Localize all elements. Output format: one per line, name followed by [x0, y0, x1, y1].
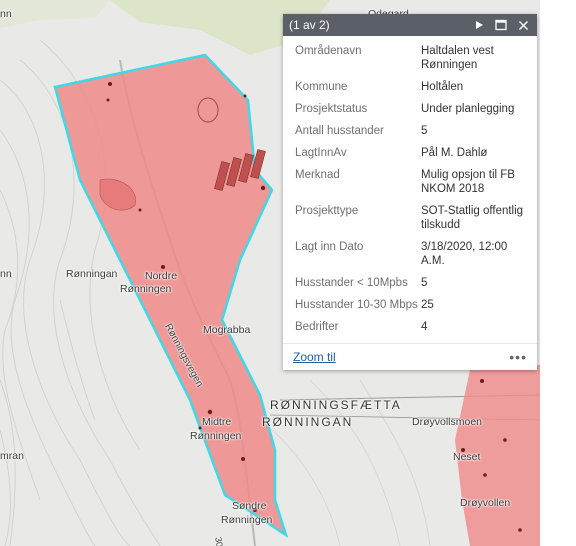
map-label: Rønningen — [190, 430, 242, 442]
attribute-value: 4 — [421, 321, 428, 333]
feature-popup: (1 av 2) Områdenavn Haltdalen vest Rønnin… — [283, 14, 537, 370]
attribute-value: 5 — [421, 277, 428, 289]
map-label: Neset — [453, 451, 481, 463]
map-label: Rønningan — [66, 268, 118, 280]
vegetation-area — [0, 0, 110, 28]
attribute-row: LagtInnAv Pål M. Dahlø — [283, 146, 537, 160]
attribute-value: Haltdalen vest Rønningen — [421, 45, 494, 71]
road-number-label: 30 — [213, 536, 225, 546]
map-label: Rønningen — [221, 514, 273, 526]
attribute-row: Kommune Holtålen — [283, 80, 537, 94]
attribute-value: Mulig opsjon til FB NKOM 2018 — [421, 169, 515, 195]
map-label: Midtre — [202, 416, 232, 428]
attribute-value: SOT-Statlig offentlig tilskudd — [421, 205, 524, 231]
map-label: Søndre — [232, 500, 267, 512]
map-label: RØNNINGSFÆTTA — [270, 398, 402, 412]
attribute-key: LagtInnAv — [295, 147, 347, 159]
attribute-key: Merknad — [295, 169, 340, 181]
attribute-row: Antall husstander 5 — [283, 124, 537, 138]
attribute-row: Bedrifter 4 — [283, 320, 537, 334]
zoom-to-link[interactable]: Zoom til — [293, 350, 336, 364]
attribute-row: Merknad Mulig opsjon til FB NKOM 2018 — [283, 168, 537, 196]
attribute-key: Prosjektstatus — [295, 103, 368, 115]
attribute-key: Antall husstander — [295, 125, 384, 137]
popup-footer: Zoom til ••• — [283, 343, 537, 370]
attribute-row: Prosjekttype SOT-Statlig offentlig tilsku… — [283, 204, 537, 232]
more-options-icon[interactable]: ••• — [509, 349, 527, 365]
attribute-value: 3/18/2020, 12:00 A.M. — [421, 241, 508, 267]
attribute-key: Kommune — [295, 81, 348, 93]
map-label: mran — [0, 450, 24, 462]
attribute-key: Husstander 10-30 Mbps — [295, 299, 418, 311]
map-label: Drøyvollsmoen — [412, 416, 483, 428]
attribute-row: Husstander < 10Mpbs 5 — [283, 276, 537, 290]
map-label: Mograbba — [203, 324, 251, 336]
popup-count: (1 av 2) — [289, 18, 330, 32]
maximize-icon[interactable] — [493, 17, 509, 33]
map-label: nn — [0, 268, 12, 280]
map-label: Drøyvollen — [460, 497, 511, 509]
attribute-value: Under planlegging — [421, 103, 515, 115]
attribute-key: Husstander < 10Mpbs — [295, 277, 408, 289]
attribute-row: Prosjektstatus Under planlegging — [283, 102, 537, 116]
map-label: Nordre — [145, 270, 178, 282]
popup-attribute-table[interactable]: Områdenavn Haltdalen vest Rønningen Kommu… — [283, 44, 537, 344]
play-icon[interactable] — [471, 17, 487, 33]
attribute-row: Lagt inn Dato 3/18/2020, 12:00 A.M. — [283, 240, 537, 268]
attribute-row: Områdenavn Haltdalen vest Rønningen — [283, 44, 537, 72]
attribute-key: Lagt inn Dato — [295, 241, 364, 253]
attribute-key: Bedrifter — [295, 321, 339, 333]
map-label: Rønningen — [120, 283, 172, 295]
attribute-value: Holtålen — [421, 81, 464, 93]
attribute-row: Husstander 10-30 Mbps 25 — [283, 298, 537, 312]
attribute-value: 25 — [421, 299, 434, 311]
close-icon[interactable] — [515, 17, 531, 33]
map-label: RØNNINGAN — [262, 415, 354, 429]
attribute-key: Prosjekttype — [295, 205, 359, 217]
attribute-value: Pål M. Dahlø — [421, 147, 488, 159]
attribute-key: Områdenavn — [295, 45, 362, 57]
attribute-value: 5 — [421, 125, 428, 137]
popup-header: (1 av 2) — [283, 14, 537, 36]
map-label: nn — [0, 8, 12, 20]
